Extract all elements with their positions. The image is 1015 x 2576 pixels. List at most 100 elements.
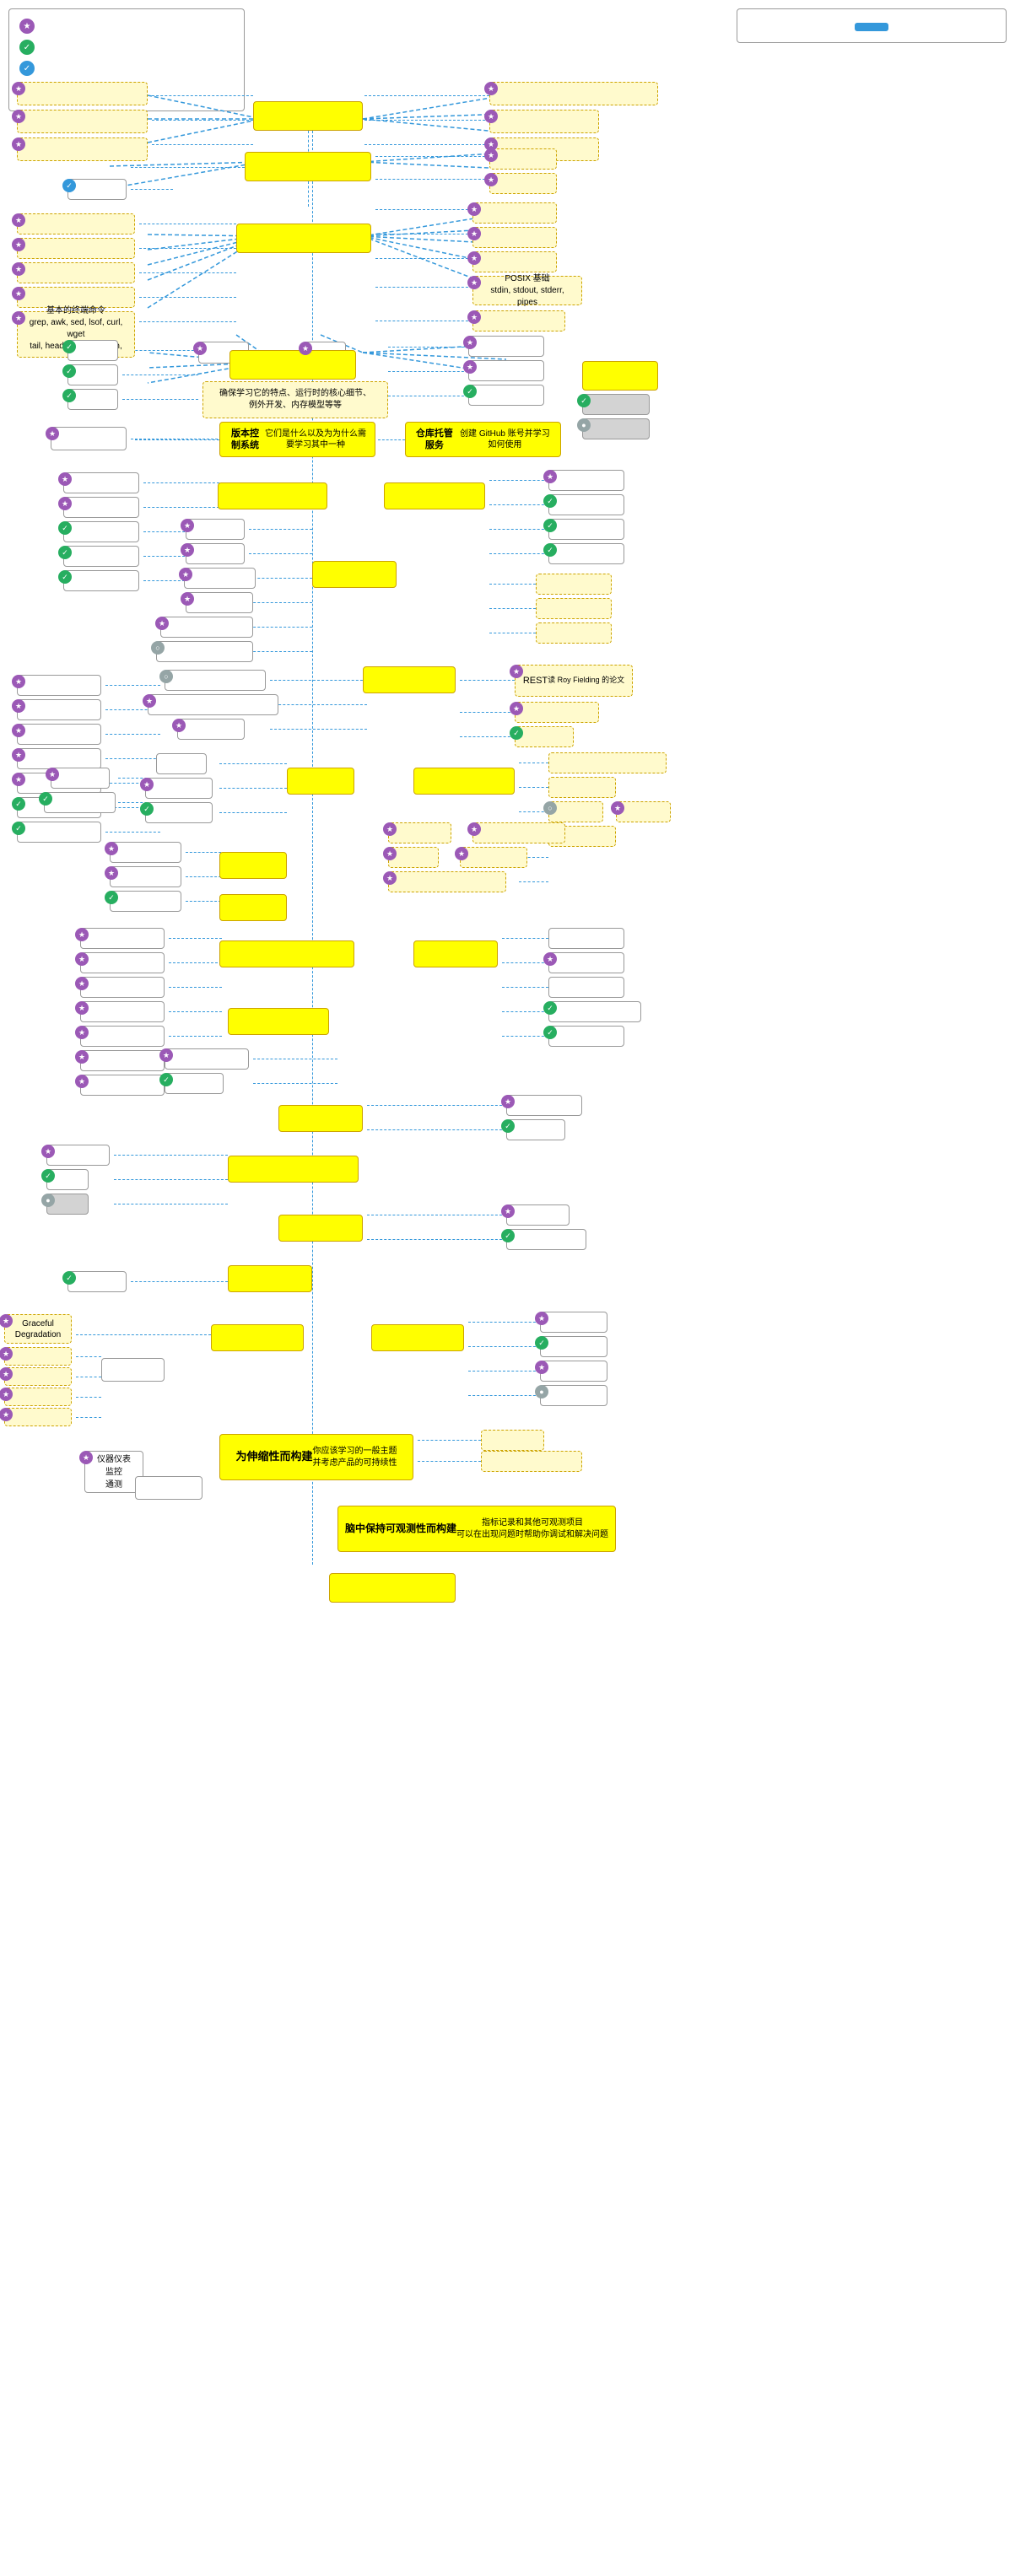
tdd-node (80, 977, 165, 998)
github-node (582, 361, 658, 391)
open-api-node (148, 694, 278, 715)
badge-rest: ★ (510, 665, 523, 678)
orms-node (186, 519, 245, 540)
html-node (67, 179, 127, 200)
observable-node: 脑中保持可观测性而构建指标记录和其他可观测项目可以在出现问题时帮助你调试和解决问… (337, 1506, 616, 1552)
ssl-tls-node (460, 847, 527, 868)
badge-terminal: ★ (12, 213, 25, 227)
python-node (468, 360, 544, 381)
badge-bcrypt: ★ (611, 801, 624, 815)
rabbitmq-node (506, 1095, 582, 1116)
url-button[interactable] (855, 23, 888, 31)
mongodb-node (548, 470, 624, 491)
badge-go: ★ (299, 342, 312, 355)
rethinkdb-node (548, 494, 624, 515)
badge-instrumentation: ★ (79, 1451, 93, 1464)
caddy-node (540, 1361, 607, 1382)
scaling-strategy-node (481, 1430, 544, 1451)
ruby-node (468, 385, 544, 406)
badge-serverless: ✓ (543, 1026, 557, 1039)
elasticsearch-node (165, 1048, 249, 1070)
terminal-node (17, 213, 135, 234)
css-node (489, 148, 557, 170)
badge-solid: ★ (75, 1001, 89, 1015)
badge-https: ★ (383, 822, 397, 836)
badge-rabbitmq: ★ (501, 1095, 515, 1108)
badge-unit-test: ★ (105, 866, 118, 880)
mem-mgmt-node (472, 202, 557, 224)
badge-domain: ★ (484, 110, 498, 123)
json-api-node (515, 702, 599, 723)
basic-auth-node (17, 724, 101, 745)
badge-hateoas: ○ (159, 670, 173, 683)
legend-icon-green: ✓ (19, 40, 35, 55)
n1-node (186, 592, 253, 613)
scrypt-node (548, 801, 603, 822)
badge-browser: ★ (12, 137, 25, 151)
os-works-node (17, 238, 135, 259)
browser-node (17, 137, 148, 161)
test-node (219, 852, 287, 879)
saml-node (17, 822, 101, 843)
badge-dns: ★ (484, 82, 498, 95)
legend-icon-blue: ✓ (19, 61, 35, 76)
badge-process: ★ (12, 262, 25, 276)
oracle-node (63, 570, 139, 591)
db-normalize-node (160, 617, 253, 638)
badge-rethinkdb: ✓ (543, 494, 557, 508)
badge-client-side: ✓ (140, 802, 154, 816)
msg-broker-node (278, 1105, 363, 1132)
badge-openid: ✓ (12, 797, 25, 811)
badge-oracle: ✓ (58, 570, 72, 584)
badge-rust: ★ (193, 342, 207, 355)
badge-memcached: ✓ (39, 792, 52, 806)
hateoas-node (165, 670, 266, 691)
posix-node: POSIX 基础stdin, stdout, stderr, pipes (472, 276, 582, 305)
func-test-node (110, 891, 181, 912)
badge-mongodb: ★ (543, 470, 557, 483)
legend-icon-purple: ★ (19, 19, 35, 34)
badge-ipc: ★ (467, 227, 481, 240)
dynamodb-node (548, 543, 624, 564)
ms-iis-node (540, 1385, 607, 1406)
circuit-breaker-node (4, 1408, 72, 1426)
indexes-node (156, 641, 253, 662)
badge-posix: ★ (467, 276, 481, 289)
cookie-auth-node (17, 675, 101, 696)
badge-token-auth: ★ (12, 748, 25, 762)
badge-apache: ✓ (535, 1336, 548, 1350)
redis-node (51, 768, 110, 789)
badge-bitbucket: ● (577, 418, 591, 432)
badge-tdd: ★ (75, 977, 89, 990)
badge-content-policy: ★ (467, 822, 481, 836)
unit-test-node (110, 866, 181, 887)
badge-python: ★ (463, 360, 477, 374)
relational-db-node (218, 482, 327, 509)
badge-gof: ★ (75, 928, 89, 941)
ddd-node (80, 952, 165, 973)
badge-transactions: ★ (179, 568, 192, 581)
badge-postgresql: ★ (58, 472, 72, 486)
web-server-node (371, 1324, 464, 1351)
bitbucket-node (582, 418, 650, 439)
badge-oauth: ★ (12, 699, 25, 713)
monolithic-node (548, 928, 624, 949)
badge-git-basic: ★ (46, 427, 59, 440)
kafka-node (506, 1119, 565, 1140)
badge-php: ✓ (62, 389, 76, 402)
badge-json-api: ★ (510, 702, 523, 715)
solr-node (165, 1073, 224, 1094)
badge-basic-network: ★ (467, 310, 481, 324)
learn-api-node (363, 666, 456, 693)
badge-yagni: ★ (75, 1050, 89, 1064)
token-auth-node (17, 748, 101, 769)
vcs-node: 版本控制系统它们是什么以及为为什么需要学习其中一种 (219, 422, 375, 457)
graceful-node: GracefulDegradation (4, 1314, 72, 1344)
soa-node (548, 977, 624, 998)
what-http-node (17, 110, 148, 133)
badge-relay-modern: ✓ (501, 1229, 515, 1242)
badge-js-be: ★ (463, 336, 477, 349)
throttling-node (4, 1347, 72, 1366)
client-side-node (145, 802, 213, 823)
rest-node: REST读 Roy Fielding 的论文 (515, 665, 633, 697)
